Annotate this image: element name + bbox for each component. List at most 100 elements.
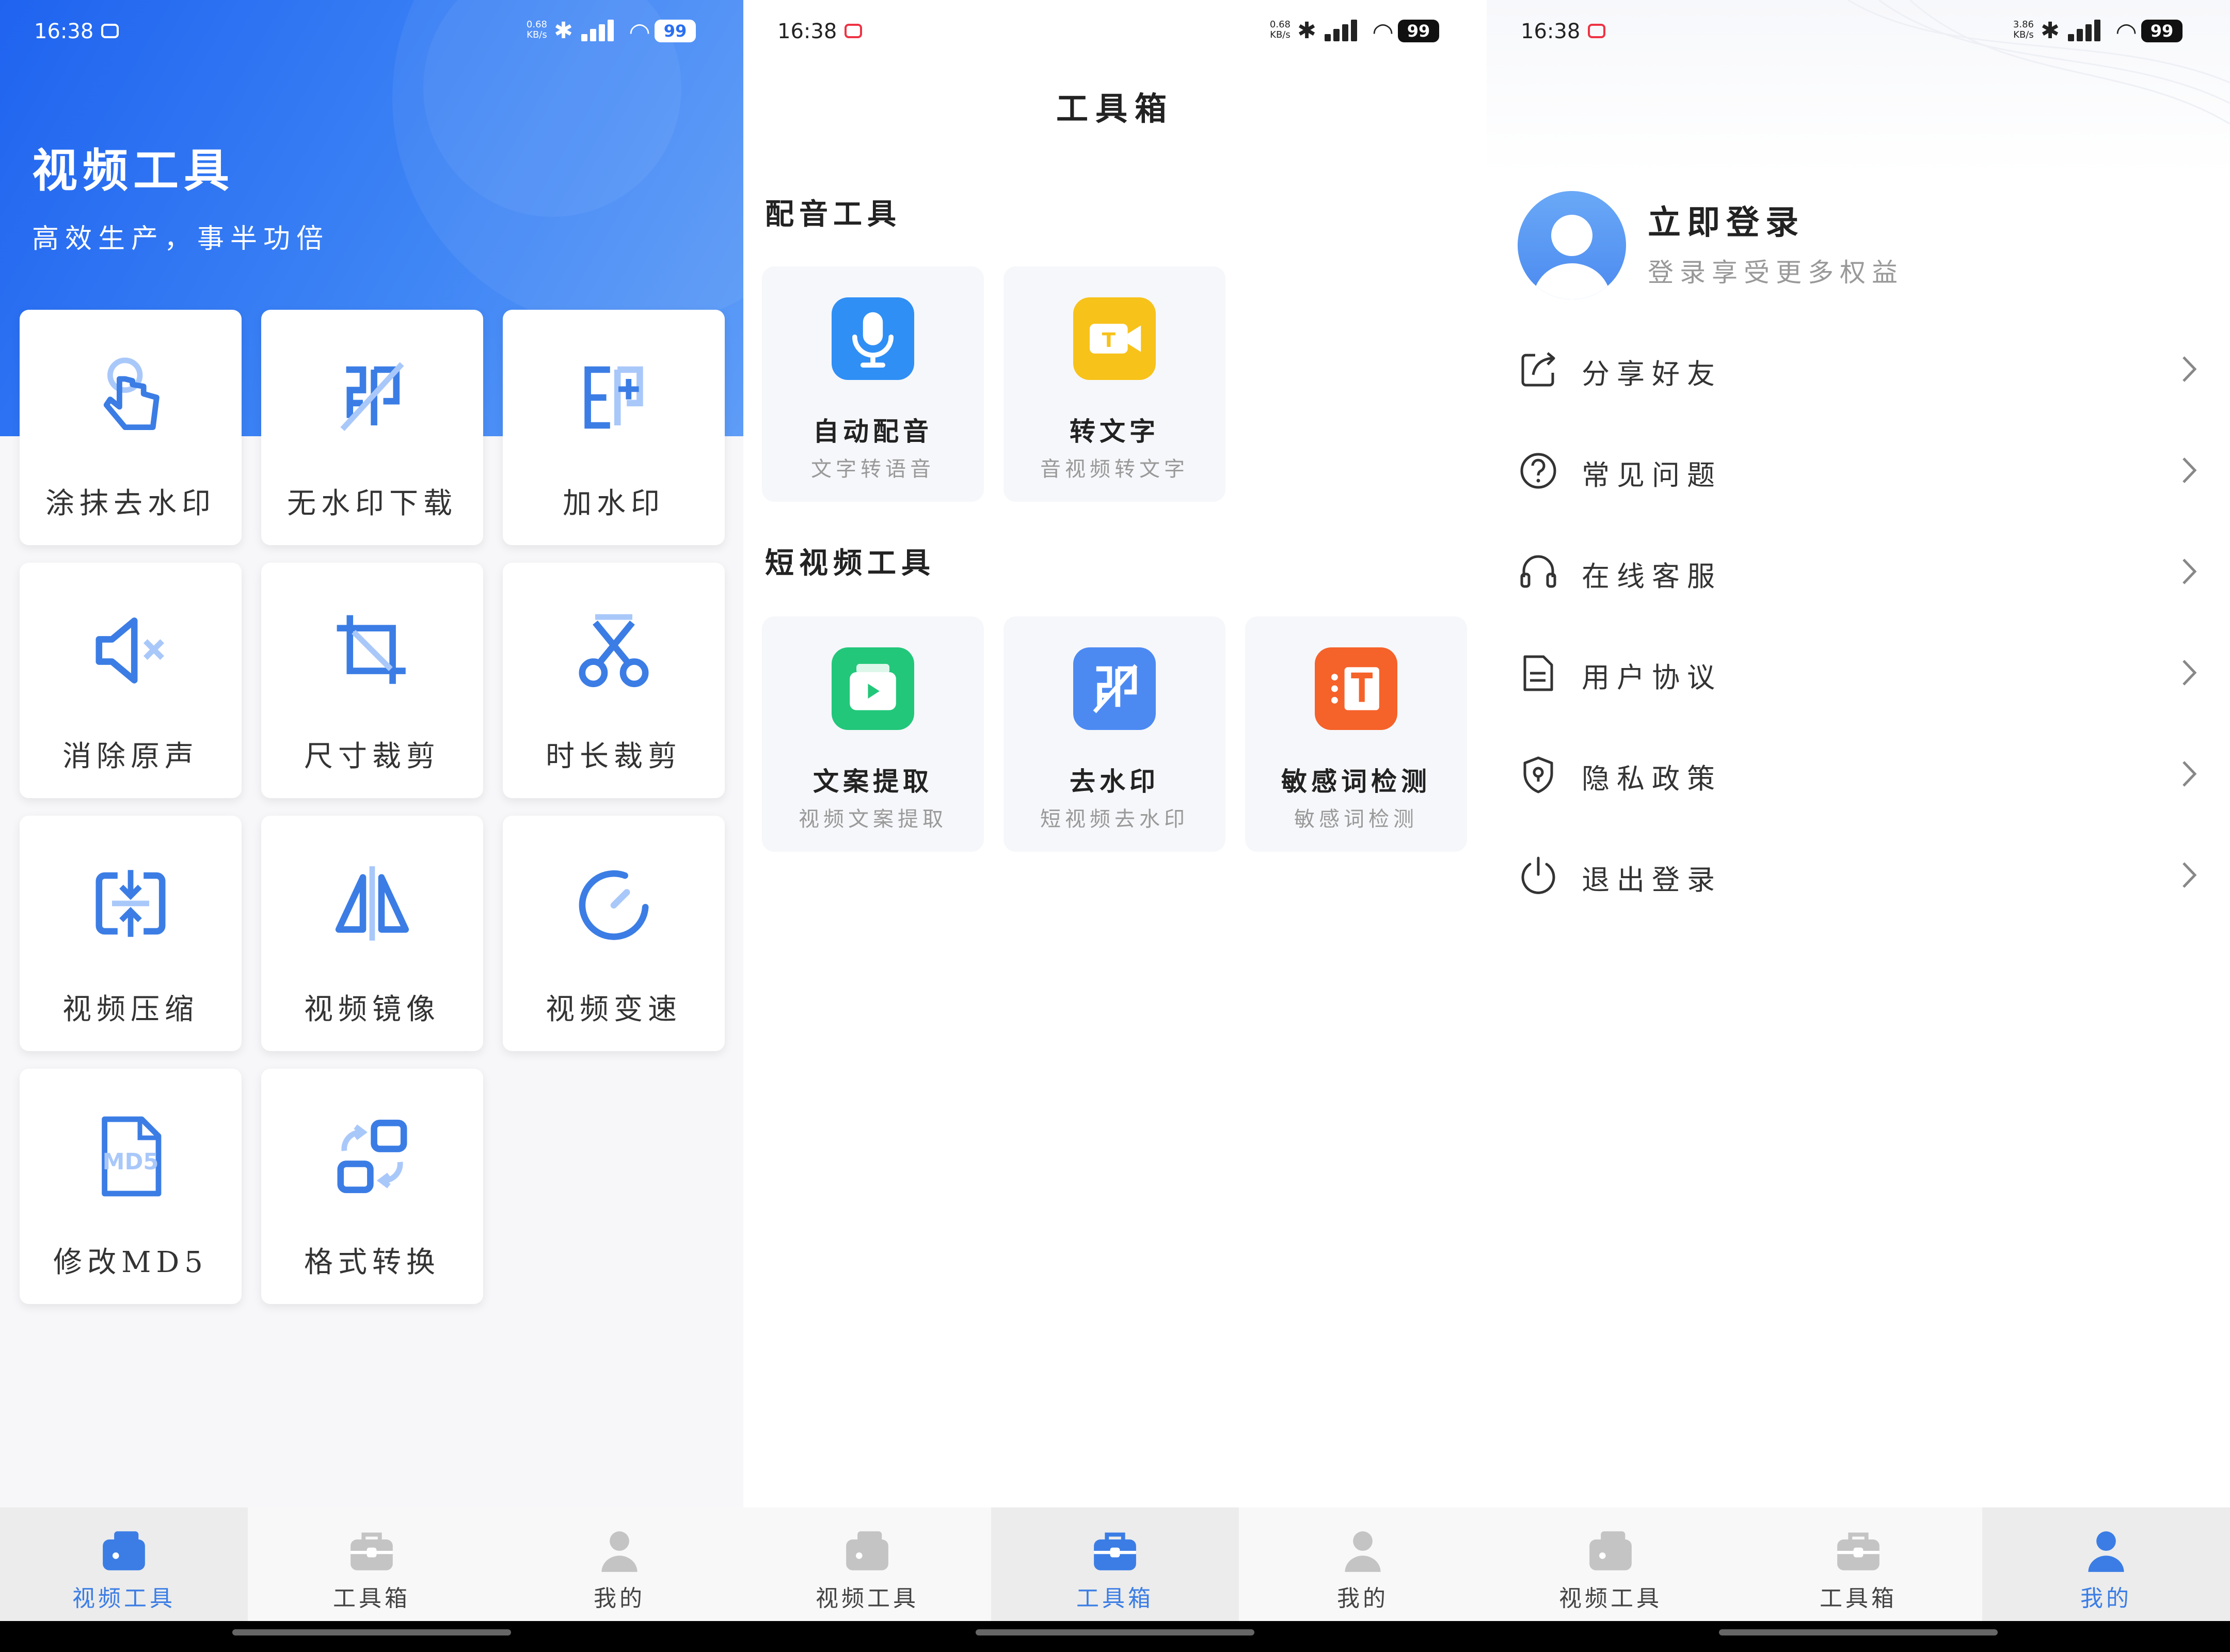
svg-text:MD5: MD5 bbox=[103, 1149, 159, 1175]
bluetooth-icon: ✱ bbox=[2041, 18, 2060, 44]
toolbox-nav-icon bbox=[1837, 1532, 1879, 1570]
wifi-icon: ◠ bbox=[1372, 18, 1394, 46]
nav-label: 工具箱 bbox=[333, 1585, 410, 1612]
tool-label: 尺寸裁剪 bbox=[304, 740, 440, 773]
nav-toolbox[interactable]: 工具箱 bbox=[248, 1507, 496, 1621]
nav-video-tools[interactable]: 视频工具 bbox=[0, 1507, 248, 1621]
page-subtitle: 高效生产，事半功倍 bbox=[32, 224, 330, 255]
menu-customer-service[interactable]: 在线客服 bbox=[1487, 531, 2230, 613]
avatar[interactable] bbox=[1518, 191, 1626, 299]
signal-icon bbox=[2068, 20, 2101, 41]
remove-watermark-icon bbox=[1073, 647, 1156, 730]
tool-compress[interactable]: 视频压缩 bbox=[20, 816, 242, 1051]
share-icon bbox=[1521, 352, 1555, 387]
chevron-right-icon bbox=[2183, 660, 2197, 686]
nav-label: 我的 bbox=[2080, 1585, 2132, 1612]
tool-label: 加水印 bbox=[563, 487, 665, 520]
tool-auto-dubbing[interactable]: 自动配音 文字转语音 bbox=[762, 266, 984, 502]
document-icon bbox=[1523, 655, 1553, 691]
tool-speed[interactable]: 视频变速 bbox=[503, 816, 725, 1051]
microphone-icon bbox=[832, 297, 914, 380]
format-convert-icon bbox=[337, 1119, 407, 1194]
crop-icon bbox=[337, 615, 406, 684]
menu-label: 隐私政策 bbox=[1582, 763, 1722, 795]
home-indicator bbox=[743, 1621, 1487, 1652]
nav-toolbox[interactable]: 工具箱 bbox=[1734, 1507, 1982, 1621]
screen-toolbox: 16:38 0.68 KB/s ✱ ◠ 99 工具箱 配音工具 自动配音 文字转… bbox=[743, 0, 1487, 1652]
smear-watermark-icon bbox=[103, 357, 160, 430]
bluetooth-icon: ✱ bbox=[1297, 18, 1316, 44]
tool-mirror[interactable]: 视频镜像 bbox=[261, 816, 483, 1051]
signal-icon bbox=[581, 20, 614, 41]
menu-label: 常见问题 bbox=[1582, 459, 1722, 491]
compress-icon bbox=[95, 870, 166, 937]
toolbox-nav-icon bbox=[351, 1532, 393, 1570]
status-bar: 16:38 0.68 KB/s ✱ ◠ 99 bbox=[0, 0, 743, 62]
nav-label: 我的 bbox=[1337, 1585, 1389, 1612]
page-title: 视频工具 bbox=[32, 144, 235, 197]
nav-video-tools[interactable]: 视频工具 bbox=[1487, 1507, 1734, 1621]
menu-share[interactable]: 分享好友 bbox=[1487, 328, 2230, 411]
tool-desc: 敏感词检测 bbox=[1294, 807, 1418, 831]
network-speed: 0.68 KB/s bbox=[1269, 19, 1291, 40]
chevron-right-icon bbox=[2183, 457, 2197, 483]
question-icon bbox=[1520, 453, 1556, 489]
tool-label: 视频压缩 bbox=[62, 993, 199, 1026]
nav-mine[interactable]: 我的 bbox=[496, 1507, 743, 1621]
tool-name: 去水印 bbox=[1070, 766, 1159, 797]
tool-name: 文案提取 bbox=[813, 766, 933, 797]
user-nav-icon bbox=[2088, 1531, 2124, 1572]
message-icon bbox=[1588, 24, 1605, 38]
menu-user-agreement[interactable]: 用户协议 bbox=[1487, 632, 2230, 714]
tool-desc: 音视频转文字 bbox=[1040, 457, 1189, 481]
tool-label: 修改MD5 bbox=[53, 1246, 208, 1279]
message-icon bbox=[101, 24, 119, 38]
battery-indicator: 99 bbox=[655, 20, 696, 42]
message-icon bbox=[845, 24, 862, 38]
nav-label: 工具箱 bbox=[1076, 1585, 1154, 1612]
tool-crop[interactable]: 尺寸裁剪 bbox=[261, 563, 483, 798]
mirror-icon bbox=[335, 866, 409, 941]
nav-mine[interactable]: 我的 bbox=[1239, 1507, 1487, 1621]
nav-label: 视频工具 bbox=[1559, 1585, 1662, 1612]
video-tools-nav-icon bbox=[1589, 1531, 1632, 1570]
status-bar: 16:38 3.86 KB/s ✱ ◠ 99 bbox=[1487, 0, 2230, 62]
nav-label: 视频工具 bbox=[72, 1585, 176, 1612]
headset-icon bbox=[1520, 555, 1556, 588]
tool-add-watermark[interactable]: 加水印 bbox=[503, 310, 725, 545]
tool-duration-cut[interactable]: 时长裁剪 bbox=[503, 563, 725, 798]
bluetooth-icon: ✱ bbox=[554, 18, 573, 44]
nav-label: 我的 bbox=[594, 1585, 645, 1612]
chevron-right-icon bbox=[2183, 761, 2197, 787]
page-title: 工具箱 bbox=[1056, 90, 1174, 128]
menu-faq[interactable]: 常见问题 bbox=[1487, 430, 2230, 512]
chevron-right-icon bbox=[2183, 559, 2197, 584]
tool-label: 消除原声 bbox=[62, 740, 199, 773]
wifi-icon: ◠ bbox=[2115, 18, 2137, 46]
tool-speech-to-text[interactable]: T 转文字 音视频转文字 bbox=[1004, 266, 1225, 502]
nav-mine[interactable]: 我的 bbox=[1982, 1507, 2230, 1621]
section-title-dubbing: 配音工具 bbox=[765, 197, 901, 231]
tool-mute[interactable]: 消除原声 bbox=[20, 563, 242, 798]
tool-format-convert[interactable]: 格式转换 bbox=[261, 1069, 483, 1304]
tool-smear-watermark[interactable]: 涂抹去水印 bbox=[20, 310, 242, 545]
user-nav-icon bbox=[1345, 1531, 1381, 1572]
network-speed: 3.86 KB/s bbox=[2013, 19, 2034, 40]
nav-video-tools[interactable]: 视频工具 bbox=[743, 1507, 991, 1621]
nav-toolbox[interactable]: 工具箱 bbox=[991, 1507, 1239, 1621]
menu-privacy-policy[interactable]: 隐私政策 bbox=[1487, 733, 2230, 816]
tool-label: 无水印下载 bbox=[287, 487, 457, 520]
tool-name: 自动配音 bbox=[813, 416, 933, 447]
nav-label: 工具箱 bbox=[1820, 1585, 1897, 1612]
tool-remove-watermark[interactable]: 去水印 短视频去水印 bbox=[1004, 616, 1225, 852]
status-time: 16:38 bbox=[34, 20, 94, 43]
section-title-short-video: 短视频工具 bbox=[765, 546, 935, 580]
menu-logout[interactable]: 退出登录 bbox=[1487, 834, 2230, 917]
add-watermark-icon bbox=[584, 366, 643, 429]
tool-md5[interactable]: MD5 修改MD5 bbox=[20, 1069, 242, 1304]
video-tools-nav-icon bbox=[103, 1531, 145, 1570]
login-title[interactable]: 立即登录 bbox=[1648, 196, 1805, 244]
tool-text-extract[interactable]: 文案提取 视频文案提取 bbox=[762, 616, 984, 852]
tool-no-watermark-download[interactable]: 无水印下载 bbox=[261, 310, 483, 545]
tool-sensitive-word[interactable]: 敏感词检测 敏感词检测 bbox=[1245, 616, 1467, 852]
